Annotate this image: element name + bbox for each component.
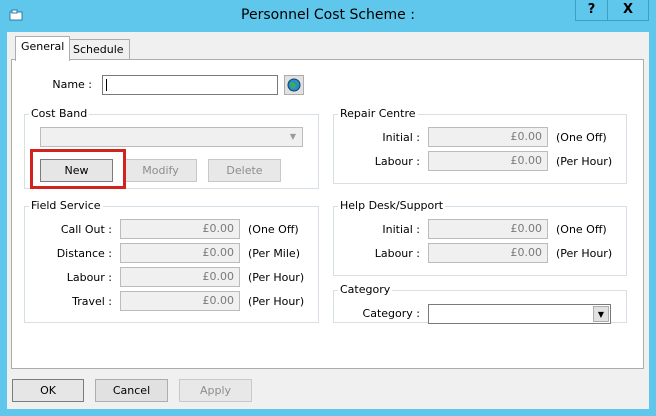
repair-initial-label: Initial : [382,131,420,144]
repair-labour-unit: (Per Hour) [556,155,613,168]
help-initial-field[interactable]: £0.00 [428,219,548,239]
repair-labour-label: Labour : [374,155,420,168]
category-select[interactable]: ▼ [428,304,611,324]
help-initial-unit: (One Off) [556,223,607,236]
distance-unit: (Per Mile) [248,247,300,260]
repair-initial-unit: (One Off) [556,131,607,144]
call-out-field[interactable]: £0.00 [120,219,240,239]
help-desk-group-label: Help Desk/Support [338,199,446,212]
help-labour-unit: (Per Hour) [556,247,613,260]
cost-band-select[interactable]: ▼ [40,127,303,147]
name-label: Name : [52,78,92,91]
chevron-down-icon: ▼ [289,132,297,141]
field-labour-label: Labour : [66,271,112,284]
dialog-window: Personnel Cost Scheme : ? X General Sche… [0,0,656,416]
category-label: Category : [362,307,420,320]
field-service-group-label: Field Service [29,199,103,212]
category-group-label: Category [338,283,393,296]
lookup-button[interactable] [284,75,304,95]
new-button-highlight [30,149,126,189]
close-button[interactable]: X [607,0,649,21]
repair-initial-field[interactable]: £0.00 [428,127,548,147]
modify-button[interactable]: Modify [124,159,197,182]
repair-labour-field[interactable]: £0.00 [428,151,548,171]
tab-general[interactable]: General [15,36,71,61]
ok-button[interactable]: OK [12,379,84,402]
window-title: Personnel Cost Scheme : [241,7,415,23]
cancel-button[interactable]: Cancel [95,379,168,402]
call-out-unit: (One Off) [248,223,299,236]
delete-button[interactable]: Delete [208,159,281,182]
tab-schedule[interactable]: Schedule [67,39,130,61]
cost-band-group-label: Cost Band [29,107,90,120]
name-field[interactable] [102,75,278,95]
repair-centre-group-label: Repair Centre [338,107,418,120]
help-button[interactable]: ? [575,0,607,21]
help-initial-label: Initial : [382,223,420,236]
help-labour-field[interactable]: £0.00 [428,243,548,263]
distance-field[interactable]: £0.00 [120,243,240,263]
text-caret [106,79,107,91]
field-labour-unit: (Per Hour) [248,271,305,284]
help-labour-label: Labour : [374,247,420,260]
field-labour-field[interactable]: £0.00 [120,267,240,287]
travel-label: Travel : [72,295,112,308]
travel-field[interactable]: £0.00 [120,291,240,311]
chevron-down-icon: ▼ [593,306,609,322]
repair-centre-group: Repair Centre [333,108,627,184]
travel-unit: (Per Hour) [248,295,305,308]
call-out-label: Call Out : [60,223,112,236]
title-bar[interactable]: Personnel Cost Scheme : ? X [0,0,656,32]
apply-button[interactable]: Apply [179,379,252,402]
globe-icon [287,78,301,92]
distance-label: Distance : [56,247,112,260]
help-desk-group: Help Desk/Support [333,200,627,276]
